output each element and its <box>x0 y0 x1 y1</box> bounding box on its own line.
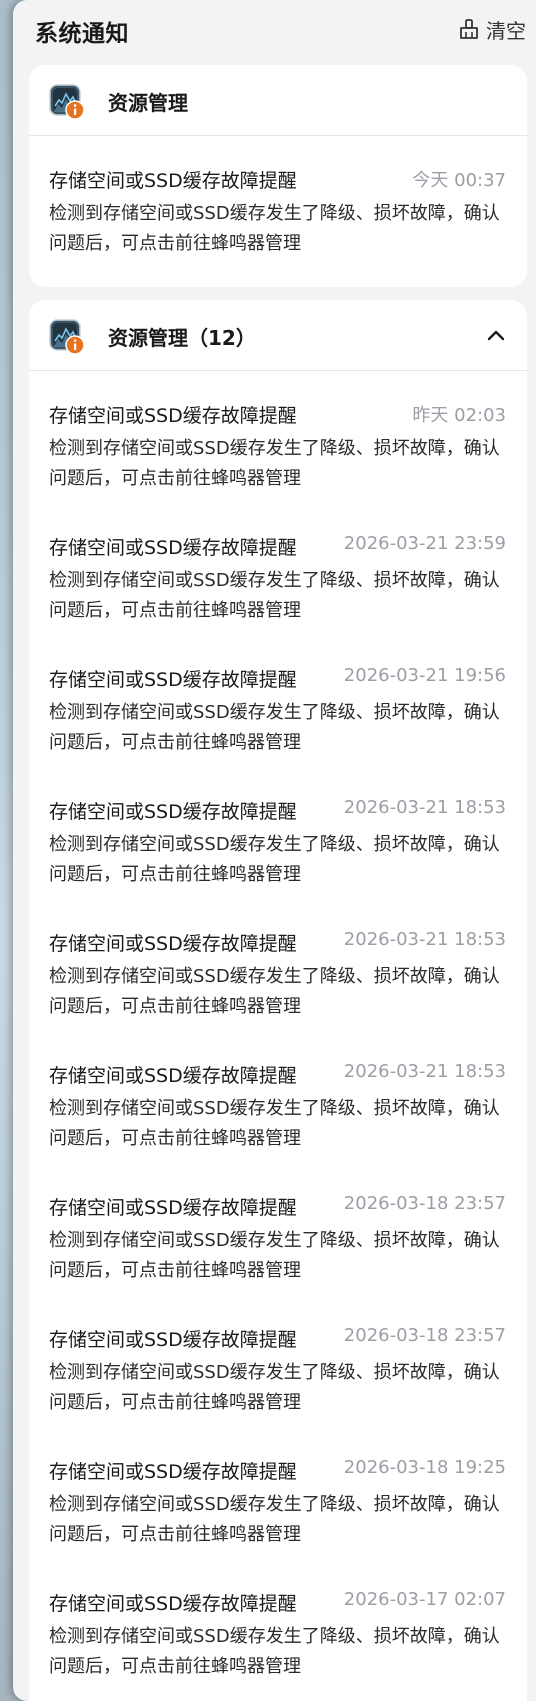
notification-item[interactable]: 存储空间或SSD缓存故障提醒 2026-03-21 23:59 检测到存储空间或… <box>29 533 527 665</box>
notification-body: 检测到存储空间或SSD缓存发生了降级、损坏故障，确认问题后，可点击前往蜂鸣器管理 <box>49 570 500 621</box>
notification-item[interactable]: 存储空间或SSD缓存故障提醒 2026-03-18 23:57 检测到存储空间或… <box>29 1193 527 1325</box>
notification-item[interactable]: 存储空间或SSD缓存故障提醒 2026-03-21 18:53 检测到存储空间或… <box>29 1061 527 1193</box>
notification-time: 2026-03-18 23:57 <box>343 1193 506 1214</box>
resource-monitor-icon <box>49 319 85 355</box>
notification-title: 存储空间或SSD缓存故障提醒 <box>49 1593 297 1615</box>
chevron-up-icon[interactable] <box>483 322 509 348</box>
notification-title: 存储空间或SSD缓存故障提醒 <box>49 1329 297 1351</box>
clear-all-label: 清空 <box>486 18 526 43</box>
notification-item[interactable]: 存储空间或SSD缓存故障提醒 2026-03-17 02:07 检测到存储空间或… <box>29 1589 527 1701</box>
notification-item[interactable]: 存储空间或SSD缓存故障提醒 昨天 02:03 检测到存储空间或SSD缓存发生了… <box>29 401 527 533</box>
group-header[interactable]: 资源管理 <box>29 65 527 136</box>
notification-group-card: 资源管理（12） 存储空间或SSD缓存故障提醒 昨天 02:03 检测到存储空间… <box>29 300 527 1701</box>
notification-item[interactable]: 存储空间或SSD缓存故障提醒 今天 00:37 检测到存储空间或SSD缓存发生了… <box>29 166 527 287</box>
notification-group-card: 资源管理 存储空间或SSD缓存故障提醒 今天 00:37 检测到存储空间或SSD… <box>29 65 527 287</box>
notification-body: 检测到存储空间或SSD缓存发生了降级、损坏故障，确认问题后，可点击前往蜂鸣器管理 <box>49 203 500 254</box>
resource-monitor-icon <box>49 84 85 120</box>
notification-panel: 系统通知 清空 资源管理 存储空间或SSD缓存故障提醒 今天 00:37 检测到… <box>13 0 536 1701</box>
notification-time: 2026-03-21 18:53 <box>343 929 506 950</box>
notification-time: 2026-03-17 02:07 <box>343 1589 506 1610</box>
notification-item[interactable]: 存储空间或SSD缓存故障提醒 2026-03-21 18:53 检测到存储空间或… <box>29 929 527 1061</box>
notification-title: 存储空间或SSD缓存故障提醒 <box>49 801 297 823</box>
notification-list: 存储空间或SSD缓存故障提醒 昨天 02:03 检测到存储空间或SSD缓存发生了… <box>29 371 527 1701</box>
notification-title: 存储空间或SSD缓存故障提醒 <box>49 669 297 691</box>
group-title: 资源管理（12） <box>108 326 256 350</box>
notification-time: 2026-03-21 23:59 <box>343 533 506 554</box>
notification-time: 2026-03-21 18:53 <box>343 797 506 818</box>
notification-body: 检测到存储空间或SSD缓存发生了降级、损坏故障，确认问题后，可点击前往蜂鸣器管理 <box>49 1098 500 1149</box>
notification-time: 2026-03-21 18:53 <box>343 1061 506 1082</box>
notification-item[interactable]: 存储空间或SSD缓存故障提醒 2026-03-18 23:57 检测到存储空间或… <box>29 1325 527 1457</box>
broom-icon <box>460 19 478 39</box>
group-title: 资源管理 <box>108 91 188 115</box>
notification-body: 检测到存储空间或SSD缓存发生了降级、损坏故障，确认问题后，可点击前往蜂鸣器管理 <box>49 1230 500 1281</box>
notification-time: 昨天 02:03 <box>412 405 506 426</box>
notification-item[interactable]: 存储空间或SSD缓存故障提醒 2026-03-18 19:25 检测到存储空间或… <box>29 1457 527 1589</box>
notification-title: 存储空间或SSD缓存故障提醒 <box>49 1461 297 1483</box>
group-header[interactable]: 资源管理（12） <box>29 300 527 371</box>
panel-header: 系统通知 清空 <box>13 0 536 60</box>
panel-title: 系统通知 <box>35 21 129 47</box>
notification-body: 检测到存储空间或SSD缓存发生了降级、损坏故障，确认问题后，可点击前往蜂鸣器管理 <box>49 1626 500 1677</box>
notification-time: 2026-03-18 19:25 <box>343 1457 506 1478</box>
notification-body: 检测到存储空间或SSD缓存发生了降级、损坏故障，确认问题后，可点击前往蜂鸣器管理 <box>49 1362 500 1413</box>
notification-title: 存储空间或SSD缓存故障提醒 <box>49 1197 297 1219</box>
notification-title: 存储空间或SSD缓存故障提醒 <box>49 1065 297 1087</box>
notification-time: 2026-03-18 23:57 <box>343 1325 506 1346</box>
notification-item[interactable]: 存储空间或SSD缓存故障提醒 2026-03-21 19:56 检测到存储空间或… <box>29 665 527 797</box>
notification-time: 今天 00:37 <box>412 170 506 191</box>
notification-title: 存储空间或SSD缓存故障提醒 <box>49 933 297 955</box>
notification-title: 存储空间或SSD缓存故障提醒 <box>49 405 297 427</box>
notification-body: 检测到存储空间或SSD缓存发生了降级、损坏故障，确认问题后，可点击前往蜂鸣器管理 <box>49 966 500 1017</box>
notification-title: 存储空间或SSD缓存故障提醒 <box>49 537 297 559</box>
notification-item[interactable]: 存储空间或SSD缓存故障提醒 2026-03-21 18:53 检测到存储空间或… <box>29 797 527 929</box>
notification-body: 检测到存储空间或SSD缓存发生了降级、损坏故障，确认问题后，可点击前往蜂鸣器管理 <box>49 1494 500 1545</box>
notification-body: 检测到存储空间或SSD缓存发生了降级、损坏故障，确认问题后，可点击前往蜂鸣器管理 <box>49 438 500 489</box>
notification-time: 2026-03-21 19:56 <box>343 665 506 686</box>
notification-body: 检测到存储空间或SSD缓存发生了降级、损坏故障，确认问题后，可点击前往蜂鸣器管理 <box>49 702 500 753</box>
notification-body: 检测到存储空间或SSD缓存发生了降级、损坏故障，确认问题后，可点击前往蜂鸣器管理 <box>49 834 500 885</box>
clear-all-button[interactable]: 清空 <box>458 14 526 44</box>
notification-title: 存储空间或SSD缓存故障提醒 <box>49 170 297 192</box>
